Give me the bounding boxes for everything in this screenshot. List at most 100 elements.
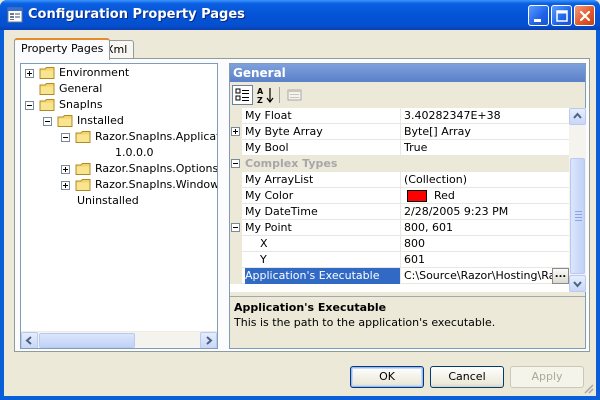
- tab-property-pages[interactable]: Property Pages: [14, 38, 111, 60]
- arrow-down-icon: [573, 281, 582, 288]
- folder-icon: [39, 67, 55, 79]
- scroll-left-button[interactable]: [21, 332, 38, 348]
- scroll-right-button[interactable]: [200, 332, 217, 348]
- property-grid-header: General: [230, 64, 585, 82]
- property-value[interactable]: 800, 601: [404, 220, 569, 236]
- property-row[interactable]: My Byte Array Byte[] Array: [230, 124, 569, 140]
- property-name: Y: [260, 252, 401, 268]
- tree-node-label: Uninstalled: [77, 194, 139, 207]
- property-list[interactable]: My Float 3.40282347E+38 My Byte Array By…: [230, 108, 569, 292]
- property-value[interactable]: 3.40282347E+38: [404, 108, 569, 124]
- scroll-up-button[interactable]: [569, 108, 586, 125]
- scroll-down-button[interactable]: [569, 275, 586, 292]
- property-value[interactable]: (Collection): [404, 172, 569, 188]
- help-title: Application's Executable: [234, 301, 387, 314]
- grip-line: [575, 217, 582, 218]
- property-name: My Point: [245, 220, 401, 236]
- tree-node-label: Installed: [77, 114, 124, 127]
- toolbar-separator: [279, 87, 280, 103]
- categorized-button[interactable]: [232, 85, 253, 105]
- grip-line: [575, 214, 582, 215]
- property-value[interactable]: 601: [404, 252, 569, 268]
- arrow-right-icon: [206, 336, 213, 345]
- property-row[interactable]: My DateTime 2/28/2005 9:23 PM: [230, 204, 569, 220]
- collapse-minus-icon[interactable]: [231, 223, 240, 232]
- tree-node-label: Razor.SnapIns.Applicati: [95, 130, 218, 143]
- property-value[interactable]: 2/28/2005 9:23 PM: [404, 204, 569, 220]
- row-margin: [230, 156, 242, 172]
- maximize-icon: [556, 10, 568, 22]
- close-button[interactable]: [574, 5, 595, 26]
- property-vertical-scrollbar[interactable]: [569, 108, 586, 292]
- property-row[interactable]: My ArrayList (Collection): [230, 172, 569, 188]
- maximize-button[interactable]: [551, 5, 572, 26]
- row-margin: [230, 172, 242, 188]
- svg-text:Z: Z: [257, 96, 263, 105]
- tree-node-label: SnapIns: [59, 98, 103, 111]
- row-margin: [230, 204, 242, 220]
- svg-text:A: A: [257, 87, 264, 96]
- row-margin: [230, 108, 242, 124]
- property-value[interactable]: Byte[] Array: [404, 124, 569, 140]
- help-description: This is the path to the application's ex…: [234, 316, 496, 329]
- property-row[interactable]: My Point 800, 601: [230, 220, 569, 236]
- categorized-icon: [232, 85, 253, 105]
- grip-line: [575, 211, 582, 212]
- property-row[interactable]: My Bool True: [230, 140, 569, 156]
- config-tree[interactable]: Environment General SnapIns Installed Ra…: [20, 63, 218, 349]
- resize-grip-icon[interactable]: [582, 382, 594, 394]
- property-value[interactable]: True: [404, 140, 569, 156]
- row-margin: [230, 236, 242, 252]
- dialog-client-area: Property Pages Xml Environment General S…: [4, 30, 596, 396]
- tree-horizontal-scrollbar[interactable]: [21, 331, 217, 348]
- property-row-selected[interactable]: Application's Executable C:\Source\Razor…: [230, 268, 569, 284]
- folder-icon: [75, 179, 91, 191]
- browse-button[interactable]: ...: [552, 268, 569, 284]
- collapse-minus-icon[interactable]: [61, 133, 70, 142]
- minimize-button[interactable]: [528, 5, 549, 26]
- property-pages-window-icon: [7, 7, 23, 23]
- cancel-button[interactable]: Cancel: [430, 366, 504, 388]
- arrow-left-icon: [25, 336, 32, 345]
- property-row[interactable]: X 800: [230, 236, 569, 252]
- row-margin: [230, 188, 242, 204]
- property-value-text: C:\Source\Razor\Hosting\Raz: [404, 269, 562, 282]
- ok-button[interactable]: OK: [350, 366, 424, 388]
- color-swatch: [407, 190, 427, 202]
- expand-plus-icon[interactable]: [25, 69, 34, 78]
- category-name: Complex Types: [245, 157, 338, 170]
- help-panel: Application's Executable This is the pat…: [230, 296, 585, 348]
- property-name: Application's Executable: [245, 268, 401, 284]
- scroll-thumb[interactable]: [39, 333, 135, 348]
- expand-plus-icon[interactable]: [61, 165, 70, 174]
- tree-node-label: 1.0.0.0: [115, 146, 154, 159]
- collapse-minus-icon[interactable]: [25, 101, 34, 110]
- collapse-minus-icon[interactable]: [43, 117, 52, 126]
- property-grid-toolbar: AZ: [230, 82, 585, 108]
- property-value[interactable]: C:\Source\Razor\Hosting\Raz ...: [404, 268, 569, 284]
- collapse-minus-icon[interactable]: [231, 159, 240, 168]
- title-bar[interactable]: Configuration Property Pages: [0, 0, 600, 30]
- property-name: My DateTime: [245, 204, 401, 220]
- property-row[interactable]: My Float 3.40282347E+38: [230, 108, 569, 124]
- expand-plus-icon[interactable]: [61, 181, 70, 190]
- row-margin: [230, 124, 242, 140]
- property-pages-icon: [287, 89, 302, 101]
- category-row[interactable]: Complex Types: [230, 156, 569, 172]
- property-value-color[interactable]: Red: [404, 188, 569, 204]
- apply-button[interactable]: Apply: [510, 366, 584, 388]
- folder-icon: [39, 99, 55, 111]
- property-row[interactable]: My Color Red: [230, 188, 569, 204]
- property-row[interactable]: Y 601: [230, 252, 569, 268]
- scroll-thumb[interactable]: [570, 158, 585, 274]
- row-margin: [230, 140, 242, 156]
- close-icon: [579, 10, 591, 22]
- property-name: My Color: [245, 188, 401, 204]
- expand-plus-icon[interactable]: [231, 127, 240, 136]
- tree-node-label: General: [59, 82, 103, 95]
- tab-page: Environment General SnapIns Installed Ra…: [14, 58, 590, 352]
- property-pages-button[interactable]: [284, 85, 305, 105]
- color-name: Red: [434, 189, 455, 202]
- property-value[interactable]: 800: [404, 236, 569, 252]
- alphabetical-button[interactable]: AZ: [255, 85, 276, 105]
